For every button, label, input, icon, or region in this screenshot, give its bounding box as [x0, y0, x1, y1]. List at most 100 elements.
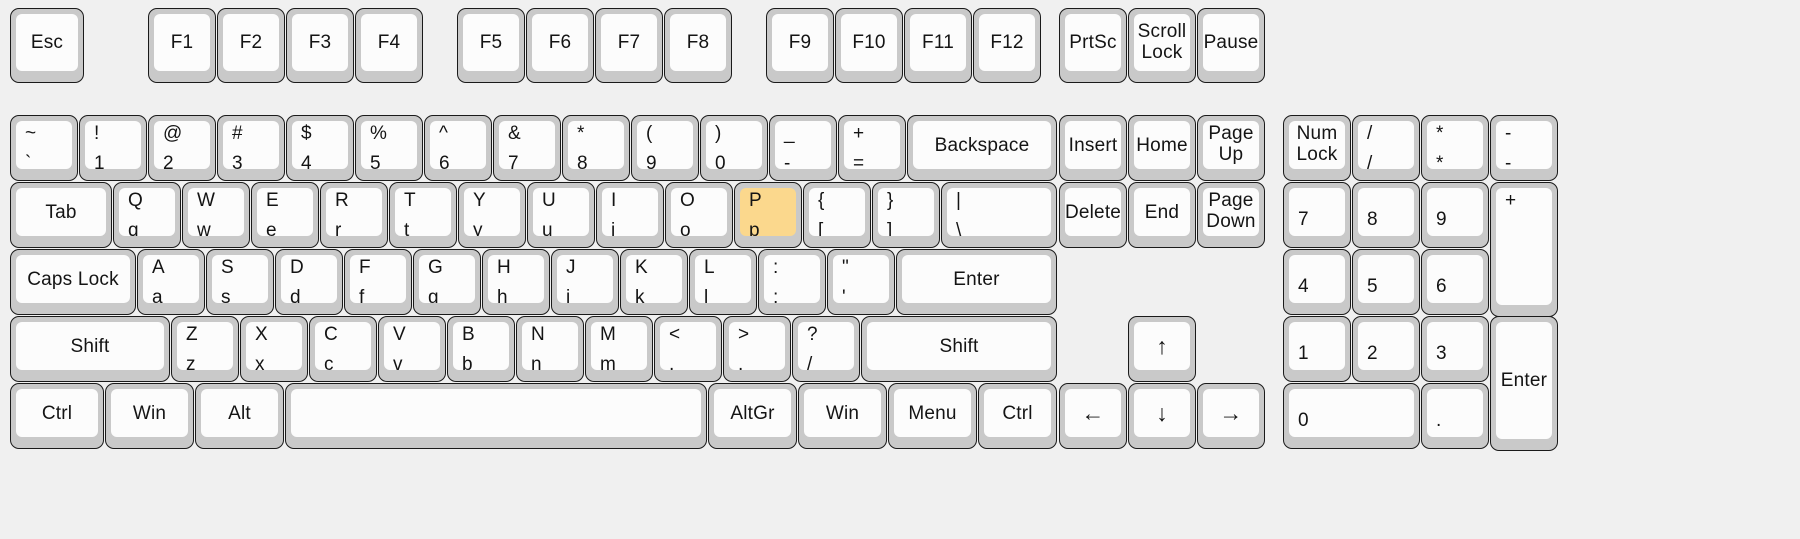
key-end[interactable]: End: [1128, 182, 1196, 248]
key-keyh[interactable]: Hh: [482, 249, 550, 315]
key-bracketright[interactable]: }]: [872, 182, 940, 248]
key-keyi[interactable]: Ii: [596, 182, 664, 248]
key-keyc[interactable]: Cc: [309, 316, 377, 382]
key-arrowleft[interactable]: ←: [1059, 383, 1127, 449]
key-comma[interactable]: <,: [654, 316, 722, 382]
key-f3[interactable]: F3: [286, 8, 354, 83]
key-home[interactable]: Home: [1128, 115, 1196, 181]
key-keyl[interactable]: Ll: [689, 249, 757, 315]
key-ctrlright[interactable]: Ctrl: [978, 383, 1057, 449]
key-keyq[interactable]: Qq: [113, 182, 181, 248]
key-f8[interactable]: F8: [664, 8, 732, 83]
key-f7[interactable]: F7: [595, 8, 663, 83]
key-numminus[interactable]: --: [1490, 115, 1558, 181]
key-keyr[interactable]: Rr: [320, 182, 388, 248]
key-num4[interactable]: 4: [1283, 249, 1351, 315]
key-backslash[interactable]: | \: [941, 182, 1057, 248]
key-f10[interactable]: F10: [835, 8, 903, 83]
key-capslock[interactable]: Caps Lock: [10, 249, 136, 315]
key-space[interactable]: [285, 383, 707, 449]
key-shiftright[interactable]: Shift: [861, 316, 1057, 382]
key-keyg[interactable]: Gg: [413, 249, 481, 315]
key-equal[interactable]: + =: [838, 115, 906, 181]
key-shiftleft[interactable]: Shift: [10, 316, 170, 382]
key-f11[interactable]: F11: [904, 8, 972, 83]
key-backspace[interactable]: Backspace: [907, 115, 1057, 181]
key-pause[interactable]: Pause: [1197, 8, 1265, 83]
key-digit0[interactable]: ) 0: [700, 115, 768, 181]
key-enter[interactable]: Enter: [896, 249, 1057, 315]
key-keya[interactable]: Aa: [137, 249, 205, 315]
key-f12[interactable]: F12: [973, 8, 1041, 83]
key-arrowdown[interactable]: ↓: [1128, 383, 1196, 449]
key-digit9[interactable]: (9: [631, 115, 699, 181]
key-num6[interactable]: 6: [1421, 249, 1489, 315]
key-ctrlleft[interactable]: Ctrl: [10, 383, 104, 449]
key-num2[interactable]: 2: [1352, 316, 1420, 382]
key-num5[interactable]: 5: [1352, 249, 1420, 315]
key-winright[interactable]: Win: [798, 383, 887, 449]
key-numenter[interactable]: Enter: [1490, 316, 1558, 451]
key-f6[interactable]: F6: [526, 8, 594, 83]
key-tab[interactable]: Tab: [10, 182, 112, 248]
key-digit1[interactable]: ! 1: [79, 115, 147, 181]
key-num1[interactable]: 1: [1283, 316, 1351, 382]
key-keyn[interactable]: Nn: [516, 316, 584, 382]
key-digit4[interactable]: $4: [286, 115, 354, 181]
key-altgr[interactable]: AltGr: [708, 383, 797, 449]
key-keyb[interactable]: Bb: [447, 316, 515, 382]
key-keyt[interactable]: Tt: [389, 182, 457, 248]
key-keyp[interactable]: Pp: [734, 182, 802, 248]
key-minus[interactable]: _ -: [769, 115, 837, 181]
key-digit5[interactable]: % 5: [355, 115, 423, 181]
key-keyd[interactable]: Dd: [275, 249, 343, 315]
key-num8[interactable]: 8: [1352, 182, 1420, 248]
key-bracketleft[interactable]: {[: [803, 182, 871, 248]
key-winleft[interactable]: Win: [105, 383, 194, 449]
key-esc[interactable]: Esc: [10, 8, 84, 83]
key-menu[interactable]: Menu: [888, 383, 977, 449]
key-num3[interactable]: 3: [1421, 316, 1489, 382]
key-keys[interactable]: Ss: [206, 249, 274, 315]
key-digit7[interactable]: & 7: [493, 115, 561, 181]
key-keyz[interactable]: Zz: [171, 316, 239, 382]
key-keyw[interactable]: Ww: [182, 182, 250, 248]
key-digit3[interactable]: #3: [217, 115, 285, 181]
key-f1[interactable]: F1: [148, 8, 216, 83]
key-slash[interactable]: ? /: [792, 316, 860, 382]
key-keyx[interactable]: Xx: [240, 316, 308, 382]
key-period[interactable]: >.: [723, 316, 791, 382]
key-numlock[interactable]: Num Lock: [1283, 115, 1351, 181]
key-f2[interactable]: F2: [217, 8, 285, 83]
key-keyv[interactable]: Vv: [378, 316, 446, 382]
key-semicolon[interactable]: :;: [758, 249, 826, 315]
key-arrowright[interactable]: →: [1197, 383, 1265, 449]
key-insert[interactable]: Insert: [1059, 115, 1127, 181]
key-digit2[interactable]: @2: [148, 115, 216, 181]
key-quote[interactable]: " ': [827, 249, 895, 315]
key-keyf[interactable]: Ff: [344, 249, 412, 315]
key-nummultiply[interactable]: * *: [1421, 115, 1489, 181]
key-numdivide[interactable]: / /: [1352, 115, 1420, 181]
key-keyu[interactable]: Uu: [527, 182, 595, 248]
key-f4[interactable]: F4: [355, 8, 423, 83]
key-numplus[interactable]: +: [1490, 182, 1558, 317]
key-pagedown[interactable]: Page Down: [1197, 182, 1265, 248]
key-num7[interactable]: 7: [1283, 182, 1351, 248]
key-f5[interactable]: F5: [457, 8, 525, 83]
key-delete[interactable]: Delete: [1059, 182, 1127, 248]
key-keym[interactable]: Mm: [585, 316, 653, 382]
key-numperiod[interactable]: .: [1421, 383, 1489, 449]
key-scrolllock[interactable]: Scroll Lock: [1128, 8, 1196, 83]
key-digit8[interactable]: * 8: [562, 115, 630, 181]
key-backquote[interactable]: ~ `: [10, 115, 78, 181]
key-digit6[interactable]: ^ 6: [424, 115, 492, 181]
key-keyj[interactable]: Jj: [551, 249, 619, 315]
key-altleft[interactable]: Alt: [195, 383, 284, 449]
key-keyo[interactable]: Oo: [665, 182, 733, 248]
key-num0[interactable]: 0: [1283, 383, 1420, 449]
key-keyy[interactable]: Yy: [458, 182, 526, 248]
key-keyk[interactable]: Kk: [620, 249, 688, 315]
key-pageup[interactable]: Page Up: [1197, 115, 1265, 181]
key-f9[interactable]: F9: [766, 8, 834, 83]
